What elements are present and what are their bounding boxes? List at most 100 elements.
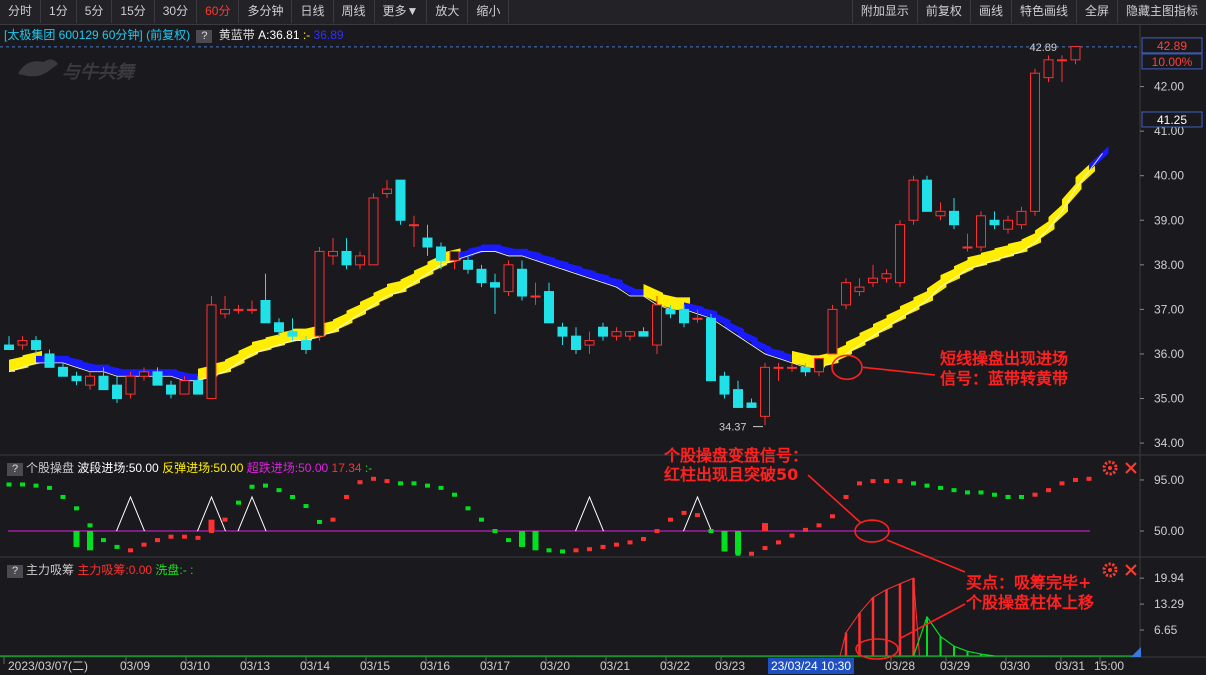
help-icon[interactable]: ?	[7, 565, 23, 578]
indicator-value-a: A:36.81	[258, 28, 300, 42]
settings-gear-icon[interactable]	[1102, 562, 1118, 578]
pane2-dot	[344, 494, 349, 499]
toolbar-button-left-5[interactable]: 60分	[197, 0, 240, 23]
band-segment	[967, 252, 987, 270]
pane3-name: 主力吸筹	[26, 563, 75, 577]
toolbar-button-left-1[interactable]: 1分	[41, 0, 77, 23]
toolbar-button-left-10[interactable]: 放大	[427, 0, 469, 23]
candle-body	[58, 366, 68, 377]
pane2-dot	[452, 492, 457, 497]
toolbar-button-left-2[interactable]: 5分	[77, 0, 113, 23]
candle-body	[908, 179, 919, 221]
candle-body	[773, 366, 784, 369]
toolbar-button-left-11[interactable]: 缩小	[468, 0, 510, 23]
candle-body	[868, 277, 878, 284]
band-segment	[1075, 159, 1095, 190]
pane2-green-bar	[735, 531, 741, 554]
help-icon[interactable]: ?	[7, 463, 23, 476]
band-segment	[387, 279, 407, 297]
candle-body	[530, 295, 541, 298]
toolbar-button-left-6[interactable]: 多分钟	[239, 0, 293, 23]
band-segment	[76, 360, 96, 372]
pane2-dot	[87, 523, 93, 528]
pane2-triangle	[116, 495, 145, 532]
candle-body	[895, 224, 905, 284]
date-label: 03/28	[885, 659, 915, 673]
band-segment	[724, 320, 744, 337]
scroll-corner-icon[interactable]	[1131, 647, 1141, 657]
toolbar-button-right-1[interactable]: 前复权	[916, 0, 970, 23]
gear-hub	[1108, 568, 1112, 572]
date-label: 03/16	[420, 659, 450, 673]
band-segment	[954, 257, 974, 279]
toolbar-button-left-9[interactable]: 更多▼	[375, 0, 428, 23]
toolbar-button-left-7[interactable]: 日线	[292, 0, 334, 23]
close-icon[interactable]	[1125, 462, 1137, 474]
band-segment	[63, 355, 83, 368]
band-segment	[805, 355, 825, 368]
band-segment	[184, 373, 204, 381]
band-segment	[1048, 199, 1068, 230]
toolbar-button-right-3[interactable]: 特色画线	[1010, 0, 1076, 23]
pane2-plot	[6, 476, 1092, 556]
pane2-dot	[722, 542, 727, 547]
pane2-dot	[614, 542, 619, 547]
pane2-rebound-label: 反弹进场:50.00	[162, 461, 244, 475]
band-segment	[454, 248, 474, 261]
candle-body	[328, 250, 338, 257]
pane2-dot	[1019, 494, 1024, 499]
pane2-dot	[857, 481, 862, 486]
pane3-tick-label: 6.65	[1154, 623, 1178, 637]
toolbar-button-right-5[interactable]: 隐藏主图指标	[1116, 0, 1206, 23]
pane2-wave-label: 波段进场:50.00	[77, 461, 159, 475]
gear-teeth	[1102, 460, 1118, 476]
settings-gear-icon[interactable]	[1102, 460, 1118, 476]
pane2-green-bar	[532, 531, 539, 551]
toolbar-button-left-4[interactable]: 30分	[155, 0, 198, 23]
pane2-dot	[641, 536, 646, 541]
yellow-blue-band	[8, 146, 1109, 382]
period-toolbar: 分时 1分 5分 15分 30分 60分 多分钟 日线 周线 更多▼ 放大 缩小 附加显示 前复权 画线特…	[0, 0, 1206, 25]
close-stroke	[1125, 564, 1137, 576]
pane3-wash-label: 洗盘:-	[155, 563, 187, 577]
pane2-dot	[978, 490, 984, 495]
band-segment	[670, 297, 690, 310]
pane2-dot	[708, 529, 714, 534]
band-segment	[1008, 239, 1028, 256]
toolbar-button-right-4[interactable]: 全屏	[1075, 0, 1117, 23]
candle-body	[665, 308, 676, 315]
candle-body	[800, 366, 811, 373]
toolbar-button-right-0[interactable]: 附加显示	[851, 0, 917, 23]
price-tag-value: 42.89	[1157, 39, 1187, 53]
close-icon[interactable]	[1125, 564, 1137, 576]
annotation-text: 买点：吸筹完毕+	[966, 573, 1091, 592]
pane2-dot	[425, 483, 430, 488]
toolbar-button-left-0[interactable]: 分时	[0, 0, 42, 23]
pane2-name: 个股操盘	[26, 461, 75, 475]
pane2-dot	[276, 488, 282, 493]
annotation-arrow	[886, 539, 966, 573]
toolbar-button-left-3[interactable]: 15分	[112, 0, 155, 23]
adjust-label[interactable]: (前复权)	[146, 28, 190, 42]
toolbar-button-left-8[interactable]: 周线	[334, 0, 375, 23]
date-label: 03/21	[600, 659, 630, 673]
price-tag-box	[1141, 111, 1203, 128]
annotation-text: 信号：蓝带转黄带	[940, 369, 1068, 388]
pane3-green-line	[912, 615, 995, 657]
stock-label[interactable]: [太极集团 600129 60分钟]	[4, 28, 143, 42]
pane2-dot	[992, 492, 997, 497]
price-tick-label: 39.00	[1154, 213, 1184, 227]
band-segment	[414, 261, 434, 283]
band-segment	[900, 297, 920, 319]
candle-body	[706, 317, 716, 382]
toolbar-button-right-2[interactable]: 画线	[969, 0, 1011, 23]
candle-body	[962, 246, 973, 249]
pane2-green-bar	[73, 531, 80, 547]
pane2-triangle	[683, 495, 712, 532]
pane2-dot	[681, 510, 687, 515]
help-icon[interactable]: ?	[196, 30, 213, 43]
candle-body	[935, 210, 946, 217]
date-label: 03/13	[240, 659, 270, 673]
date-label: 03/15	[360, 659, 390, 673]
band-segment	[535, 253, 555, 265]
